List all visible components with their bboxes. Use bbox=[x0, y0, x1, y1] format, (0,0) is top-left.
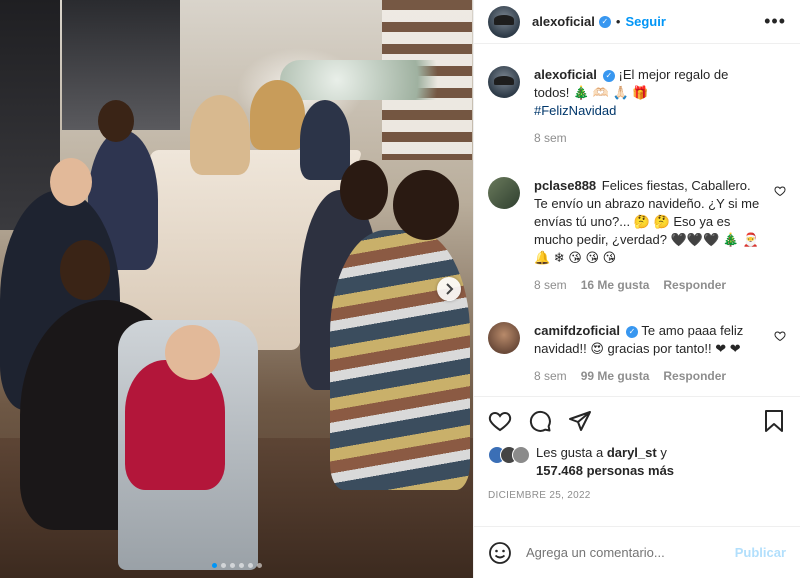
comment-username[interactable]: camifdzoficial bbox=[534, 323, 620, 338]
comment-likes[interactable]: 99 Me gusta bbox=[581, 367, 650, 385]
follow-button[interactable]: Seguir bbox=[625, 14, 665, 29]
reply-button[interactable]: Responder bbox=[663, 367, 726, 385]
likes-summary[interactable]: Les gusta a daryl_st y 157.468 personas … bbox=[474, 444, 800, 484]
avatar[interactable] bbox=[488, 66, 520, 98]
header-separator: • bbox=[615, 14, 621, 29]
comment-time[interactable]: 8 sem bbox=[534, 367, 567, 385]
avatar[interactable] bbox=[488, 322, 520, 354]
heart-icon[interactable] bbox=[774, 330, 786, 345]
post-sidebar: alexoficial ✓ • Seguir ••• alexoficial ✓ … bbox=[473, 0, 800, 578]
carousel-next-button[interactable] bbox=[437, 277, 461, 301]
verified-badge-icon: ✓ bbox=[602, 69, 615, 82]
avatar[interactable] bbox=[488, 177, 520, 209]
photo-baby bbox=[125, 360, 225, 490]
carousel-dot bbox=[229, 563, 235, 568]
caption-username[interactable]: alexoficial bbox=[534, 67, 597, 82]
comment-time[interactable]: 8 sem bbox=[534, 276, 567, 294]
photo-head bbox=[60, 240, 110, 300]
action-bar bbox=[474, 396, 800, 444]
add-comment-bar: Publicar bbox=[474, 526, 800, 578]
likes-count[interactable]: 157.468 personas más bbox=[536, 463, 674, 478]
carousel-dots bbox=[0, 563, 473, 568]
photo-head bbox=[393, 170, 459, 240]
post-date[interactable]: DICIEMBRE 25, 2022 bbox=[474, 490, 800, 526]
caption-time[interactable]: 8 sem bbox=[534, 129, 567, 147]
post-header: alexoficial ✓ • Seguir ••• bbox=[474, 0, 800, 44]
likes-prefix: Les gusta a bbox=[536, 445, 604, 460]
comment-item: pclase888 Felices fiestas, Caballero. Te… bbox=[488, 177, 786, 294]
comment-item: camifdzoficial ✓ Te amo paaa feliz navida… bbox=[488, 322, 786, 385]
carousel-dot bbox=[256, 563, 262, 568]
post-photo[interactable] bbox=[0, 0, 473, 578]
likes-user[interactable]: daryl_st bbox=[607, 445, 657, 460]
comment-likes[interactable]: 16 Me gusta bbox=[581, 276, 650, 294]
bookmark-icon[interactable] bbox=[762, 409, 786, 433]
comment-username[interactable]: pclase888 bbox=[534, 178, 596, 193]
photo-person bbox=[250, 80, 305, 150]
header-username[interactable]: alexoficial bbox=[532, 14, 595, 29]
carousel-dot bbox=[211, 563, 217, 568]
reply-button[interactable]: Responder bbox=[663, 276, 726, 294]
avatar[interactable] bbox=[488, 5, 520, 38]
caption-hashtag[interactable]: #FelizNavidad bbox=[534, 103, 616, 118]
publish-button[interactable]: Publicar bbox=[735, 545, 786, 560]
instagram-post-modal: alexoficial ✓ • Seguir ••• alexoficial ✓ … bbox=[0, 0, 800, 578]
photo-head bbox=[340, 160, 388, 220]
chevron-right-icon bbox=[446, 283, 454, 295]
carousel-dot bbox=[238, 563, 244, 568]
heart-icon[interactable] bbox=[488, 409, 512, 433]
comment-icon[interactable] bbox=[528, 409, 552, 433]
photo-person-sweater bbox=[330, 230, 470, 490]
share-icon[interactable] bbox=[568, 409, 592, 433]
caption: alexoficial ✓ ¡El mejor regalo de todos! … bbox=[488, 66, 786, 147]
comments-list[interactable]: alexoficial ✓ ¡El mejor regalo de todos! … bbox=[474, 44, 800, 396]
heart-icon[interactable] bbox=[774, 185, 786, 200]
comment-input[interactable] bbox=[526, 545, 721, 560]
photo-person bbox=[300, 100, 350, 180]
verified-badge-icon: ✓ bbox=[598, 15, 611, 28]
more-options-icon[interactable]: ••• bbox=[764, 11, 786, 32]
carousel-dot bbox=[220, 563, 226, 568]
likes-conj: y bbox=[660, 445, 667, 460]
photo-head bbox=[165, 325, 220, 380]
liker-avatars bbox=[488, 446, 530, 464]
photo-head bbox=[98, 100, 134, 142]
emoji-icon[interactable] bbox=[488, 541, 512, 565]
verified-badge-icon: ✓ bbox=[625, 325, 638, 338]
photo-head bbox=[50, 158, 92, 206]
photo-garland bbox=[280, 60, 470, 100]
photo-person bbox=[190, 95, 250, 175]
carousel-dot bbox=[247, 563, 253, 568]
